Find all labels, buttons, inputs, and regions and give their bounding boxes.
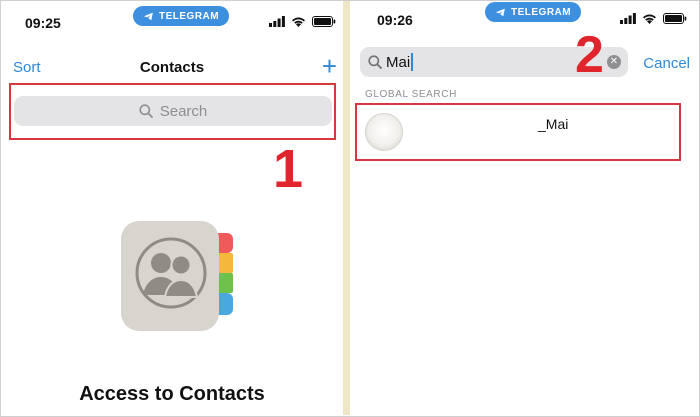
status-time: 09:26 [377,12,413,28]
signal-icon [620,13,636,24]
search-screen: 09:26 TELEGRAM Mai ✕ 2 Cancel GLOBAL SEA… [350,1,698,415]
telegram-icon [495,8,505,16]
clear-icon[interactable]: ✕ [607,55,621,69]
access-contacts-title: Access to Contacts [79,383,265,405]
result-highlight-box [355,103,681,161]
battery-icon [312,16,336,27]
status-icons [620,13,687,24]
cancel-button[interactable]: Cancel [643,55,690,72]
telegram-pill[interactable]: TELEGRAM [485,2,582,22]
telegram-label: TELEGRAM [511,6,572,18]
contacts-book-icon [121,221,233,331]
wifi-icon [292,17,305,27]
page-title: Contacts [139,59,205,76]
plus-icon[interactable]: + [322,53,337,79]
global-search-header: GLOBAL SEARCH [365,89,457,100]
step-number-2: 2 [575,26,604,84]
search-icon [368,55,382,69]
battery-icon [663,13,687,24]
search-highlight-box [9,83,336,140]
status-icons [269,16,336,27]
contacts-screen: 09:25 TELEGRAM Sort Contacts + Search 1 … [1,1,343,415]
status-time: 09:25 [25,15,61,31]
telegram-label: TELEGRAM [159,10,220,22]
telegram-pill[interactable]: TELEGRAM [133,6,230,26]
signal-icon [269,16,285,27]
telegram-icon [143,12,153,20]
step-number-1: 1 [273,139,304,199]
text-cursor [411,53,414,71]
panel-divider [343,1,350,415]
wifi-icon [643,14,656,24]
search-query: Mai [386,53,411,71]
